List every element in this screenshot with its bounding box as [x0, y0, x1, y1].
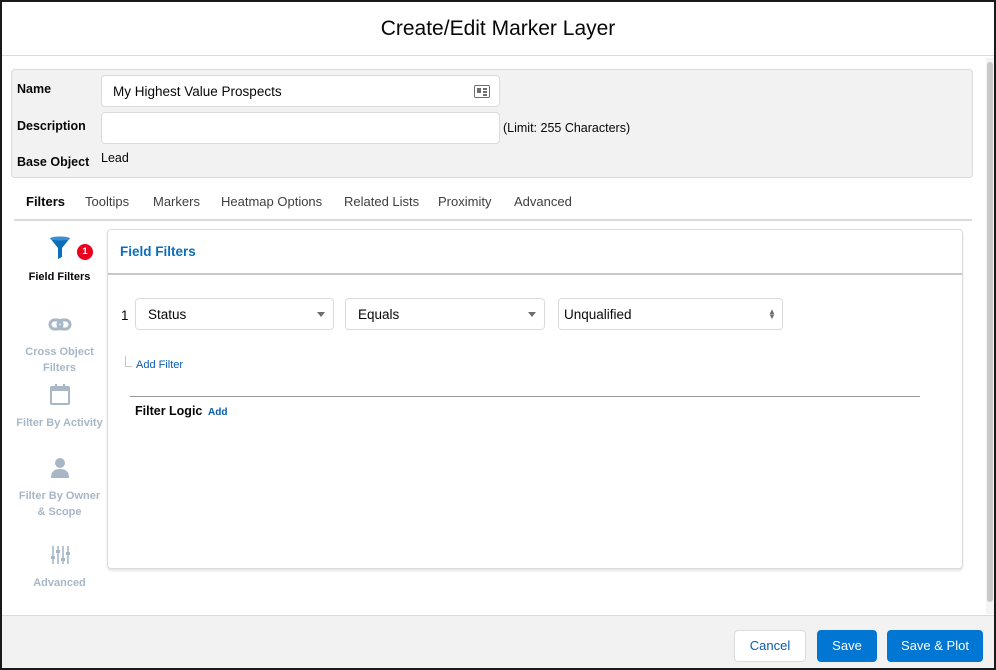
- name-field-value: My Highest Value Prospects: [113, 84, 282, 99]
- name-label: Name: [17, 82, 52, 96]
- filter-value-select[interactable]: Unqualified ▲ ▼: [558, 298, 783, 330]
- card-title: Field Filters: [120, 244, 196, 259]
- link-icon: [48, 318, 71, 331]
- sidebar-item-label: Advanced: [33, 577, 86, 589]
- sidebar-item-filter-by-owner-scope[interactable]: Filter By Owner & Scope: [14, 457, 105, 520]
- filter-value-value: Unqualified: [564, 307, 632, 322]
- sidebar-item-label: Filter By Owner & Scope: [18, 490, 101, 518]
- tab-advanced[interactable]: Advanced: [514, 194, 572, 209]
- tree-connector: [125, 356, 132, 367]
- chevron-down-icon: [528, 312, 536, 317]
- modal-footer: Cancel Save Save & Plot: [2, 615, 994, 668]
- tab-heatmap-options[interactable]: Heatmap Options: [221, 194, 322, 209]
- scrollbar[interactable]: [986, 58, 994, 614]
- sidebar-item-field-filters[interactable]: 1 Field Filters: [14, 236, 105, 285]
- sort-updown-icon: ▲ ▼: [768, 307, 776, 321]
- tab-markers[interactable]: Markers: [153, 194, 200, 209]
- modal: Create/Edit Marker Layer Name My Highest…: [0, 0, 996, 670]
- filter-field-select[interactable]: Status: [135, 298, 334, 330]
- card-header: Field Filters: [108, 230, 962, 275]
- calendar-icon: [49, 384, 70, 405]
- sidebar-item-cross-object-filters[interactable]: Cross Object Filters: [14, 316, 105, 376]
- sidebar-item-label: Filter By Activity: [16, 417, 103, 429]
- cancel-button[interactable]: Cancel: [734, 630, 806, 662]
- filter-row-number: 1: [121, 308, 129, 323]
- modal-header: Create/Edit Marker Layer: [2, 2, 994, 56]
- base-object-value: Lead: [101, 151, 129, 165]
- sliders-icon: [50, 546, 70, 564]
- filter-operator-value: Equals: [358, 307, 400, 322]
- filter-field-value: Status: [148, 307, 187, 322]
- name-field[interactable]: My Highest Value Prospects: [101, 75, 500, 107]
- tab-proximity[interactable]: Proximity: [438, 194, 491, 209]
- save-plot-button[interactable]: Save & Plot: [887, 630, 983, 662]
- filter-count-badge: 1: [77, 244, 93, 260]
- scrollbar-thumb[interactable]: [987, 62, 993, 602]
- filter-logic-label: Filter Logic: [135, 404, 203, 418]
- sidebar-item-label: Field Filters: [28, 271, 91, 283]
- user-icon: [50, 458, 69, 478]
- add-filter-link[interactable]: Add Filter: [136, 359, 183, 371]
- funnel-icon: [49, 236, 70, 259]
- tab-tooltips[interactable]: Tooltips: [85, 194, 129, 209]
- description-field[interactable]: [101, 112, 500, 144]
- field-filters-card: Field Filters 1 Status Equals Unqualifie…: [107, 229, 963, 569]
- sidebar-item-filter-by-activity[interactable]: Filter By Activity: [14, 384, 105, 431]
- base-object-label: Base Object: [17, 155, 90, 169]
- filter-logic-add-link[interactable]: Add: [208, 407, 227, 418]
- filter-operator-select[interactable]: Equals: [345, 298, 545, 330]
- description-limit: (Limit: 255 Characters): [503, 121, 631, 135]
- tab-bar: Filters Tooltips Markers Heatmap Options…: [14, 188, 972, 221]
- layer-info-panel: Name My Highest Value Prospects Descript…: [11, 69, 973, 178]
- contact-card-icon[interactable]: [474, 85, 490, 98]
- description-label: Description: [17, 119, 86, 133]
- modal-title: Create/Edit Marker Layer: [380, 16, 616, 40]
- divider: [130, 396, 920, 397]
- chevron-down-icon: [317, 312, 325, 317]
- tab-related-lists[interactable]: Related Lists: [344, 194, 419, 209]
- sidebar-item-label: Cross Object Filters: [25, 346, 94, 374]
- tab-filters[interactable]: Filters: [26, 194, 65, 209]
- save-button[interactable]: Save: [817, 630, 877, 662]
- sidebar-item-advanced[interactable]: Advanced: [14, 545, 105, 591]
